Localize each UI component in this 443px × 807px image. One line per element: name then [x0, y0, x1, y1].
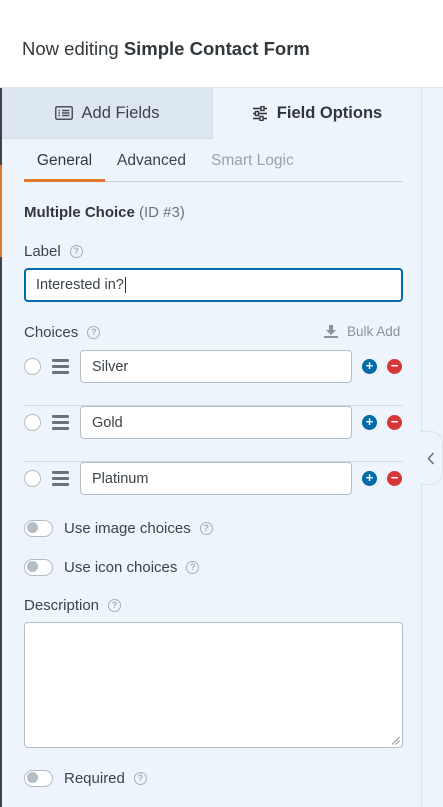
tab-add-fields[interactable]: Add Fields — [2, 88, 213, 139]
add-choice-icon[interactable]: + — [362, 471, 377, 486]
toggle-label-text: Use image choices — [64, 519, 191, 537]
choice-row: Gold + − — [24, 406, 403, 462]
list-icon — [54, 106, 73, 120]
toggle-switch[interactable] — [24, 519, 53, 537]
top-header: Now editing Simple Contact Form — [0, 0, 443, 88]
title-prefix: Now editing — [22, 38, 119, 59]
description-label: Description ? — [24, 597, 122, 614]
choice-value: Platinum — [92, 470, 149, 487]
choice-row: Silver + − — [24, 350, 403, 406]
toggle-label: Required ? — [64, 770, 147, 787]
label-input-value: Interested in? — [36, 277, 124, 293]
tab-field-options-label: Field Options — [276, 104, 383, 122]
icon-choices-toggle[interactable]: Use icon choices ? — [24, 558, 200, 576]
text-caret — [124, 277, 126, 293]
chevron-left-icon — [427, 451, 435, 465]
drag-handle-icon[interactable] — [52, 359, 69, 374]
form-name: Simple Contact Form — [123, 38, 310, 59]
remove-choice-icon[interactable]: − — [387, 359, 402, 374]
remove-choice-icon[interactable]: − — [387, 415, 402, 430]
choices-label: Choices ? — [24, 324, 101, 341]
tab-general[interactable]: General — [24, 149, 105, 182]
tab-smart-logic[interactable]: Smart Logic — [211, 149, 294, 182]
options-sub-tabs: General Advanced Smart Logic — [24, 149, 403, 182]
field-heading: Multiple Choice (ID #3) — [24, 204, 185, 221]
collapse-panel-button[interactable] — [420, 431, 443, 485]
toggle-switch[interactable] — [24, 558, 53, 576]
image-choices-toggle[interactable]: Use image choices ? — [24, 519, 213, 537]
choice-row: Platinum + − — [24, 462, 403, 518]
choices-label-text: Choices — [24, 324, 79, 341]
choice-input[interactable]: Gold — [80, 406, 352, 439]
label-input[interactable]: Interested in? — [24, 268, 403, 302]
field-id: (ID #3) — [139, 204, 185, 221]
add-choice-icon[interactable]: + — [362, 415, 377, 430]
field-options-panel: Add Fields Field Options General Advance… — [2, 88, 421, 807]
choice-value: Silver — [92, 358, 129, 375]
choice-input[interactable]: Platinum — [80, 462, 352, 495]
choice-value: Gold — [92, 414, 123, 431]
required-toggle[interactable]: Required ? — [24, 769, 147, 787]
tab-advanced[interactable]: Advanced — [117, 149, 186, 182]
bulk-add-button[interactable]: Bulk Add — [324, 324, 400, 339]
description-textarea[interactable] — [24, 622, 403, 748]
add-choice-icon[interactable]: + — [362, 359, 377, 374]
toggle-label-text: Required — [64, 769, 125, 787]
toggle-label: Use icon choices ? — [64, 558, 200, 576]
resize-grip-icon[interactable] — [391, 736, 400, 745]
remove-choice-icon[interactable]: − — [387, 471, 402, 486]
panel-tabs: Add Fields Field Options — [2, 88, 421, 139]
choice-default-radio[interactable] — [24, 470, 41, 487]
help-icon[interactable]: ? — [186, 560, 200, 574]
help-icon[interactable]: ? — [87, 326, 101, 339]
toggle-switch[interactable] — [24, 769, 53, 787]
label-field-label: Label ? — [24, 243, 83, 260]
description-label-text: Description — [24, 597, 100, 614]
help-icon[interactable]: ? — [69, 245, 83, 258]
choice-default-radio[interactable] — [24, 414, 41, 431]
drag-handle-icon[interactable] — [52, 471, 69, 486]
help-icon[interactable]: ? — [199, 521, 213, 535]
field-type: Multiple Choice — [24, 204, 135, 221]
bulk-add-label: Bulk Add — [347, 324, 401, 339]
help-icon[interactable]: ? — [108, 599, 122, 612]
sliders-icon — [252, 106, 267, 121]
download-icon — [324, 325, 338, 338]
toggle-label-text: Use icon choices — [64, 558, 178, 576]
form-builder: Now editing Simple Contact Form Add Fiel… — [0, 0, 443, 807]
help-icon[interactable]: ? — [133, 771, 147, 785]
choice-input[interactable]: Silver — [80, 350, 352, 383]
drag-handle-icon[interactable] — [52, 415, 69, 430]
tab-add-fields-label: Add Fields — [81, 103, 160, 122]
page-title: Now editing Simple Contact Form — [22, 38, 310, 60]
choice-default-radio[interactable] — [24, 358, 41, 375]
tab-field-options[interactable]: Field Options — [213, 88, 421, 139]
toggle-label: Use image choices ? — [64, 520, 213, 537]
label-label-text: Label — [24, 243, 61, 260]
